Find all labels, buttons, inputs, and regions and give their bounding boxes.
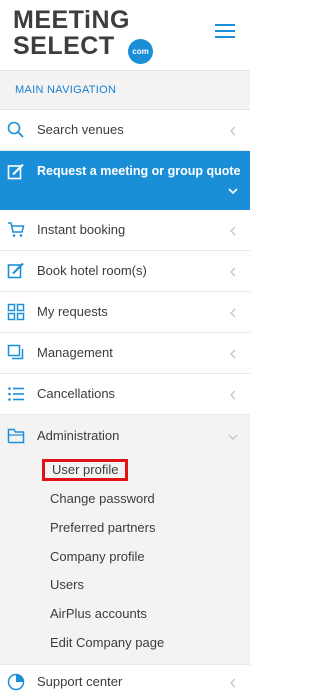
submenu-item-preferred-partners[interactable]: Preferred partners xyxy=(50,520,156,535)
logo-com-badge: com xyxy=(128,39,153,64)
submenu-item-user-profile[interactable]: User profile xyxy=(42,459,129,481)
edit-icon xyxy=(7,163,25,181)
meetingselect-logo[interactable]: MEETiNG SELECT com xyxy=(13,6,173,64)
nav-item-book-hotel-rooms[interactable]: Book hotel room(s) xyxy=(0,251,250,292)
chevron-down-icon xyxy=(228,186,238,196)
chevron-left-icon xyxy=(228,126,238,136)
nav-item-label: Administration xyxy=(37,428,120,443)
section-label-main-navigation: MAIN NAVIGATION xyxy=(0,70,250,110)
nav-item-label: Book hotel room(s) xyxy=(37,263,147,278)
chevron-left-icon xyxy=(228,678,238,688)
chevron-left-icon xyxy=(228,308,238,318)
nav-item-search-venues[interactable]: Search venues xyxy=(0,110,250,151)
copy-icon xyxy=(7,344,25,362)
edit-icon xyxy=(7,262,25,280)
chevron-left-icon xyxy=(228,390,238,400)
chevron-down-icon xyxy=(228,432,238,442)
nav-item-label: Management xyxy=(37,345,113,360)
list-icon xyxy=(7,385,25,403)
lifebuoy-icon xyxy=(7,673,25,691)
grid-icon xyxy=(7,303,25,321)
logo-line-2: SELECT xyxy=(13,32,115,60)
nav-item-label: Search venues xyxy=(37,122,124,137)
nav-item-my-requests[interactable]: My requests xyxy=(0,292,250,333)
nav-item-label: My requests xyxy=(37,304,108,319)
chevron-left-icon xyxy=(228,226,238,236)
hamburger-menu-icon[interactable] xyxy=(215,24,235,40)
search-icon xyxy=(7,121,25,139)
nav-item-management[interactable]: Management xyxy=(0,333,250,374)
administration-submenu: User profile Change password Preferred p… xyxy=(0,457,250,664)
sidebar: MEETiNG SELECT com MAIN NAVIGATION Searc… xyxy=(0,0,250,699)
folder-icon xyxy=(7,427,25,445)
header: MEETiNG SELECT com xyxy=(0,0,250,70)
nav-item-label: Request a meeting or group quote xyxy=(37,164,241,178)
nav-item-support-center[interactable]: Support center xyxy=(0,664,250,699)
submenu-item-edit-company-page[interactable]: Edit Company page xyxy=(50,635,164,650)
chevron-left-icon xyxy=(228,267,238,277)
nav-item-label: Cancellations xyxy=(37,386,116,401)
nav-item-label: Instant booking xyxy=(37,222,126,237)
nav-item-cancellations[interactable]: Cancellations xyxy=(0,374,250,415)
submenu-item-company-profile[interactable]: Company profile xyxy=(50,549,145,564)
submenu-item-airplus-accounts[interactable]: AirPlus accounts xyxy=(50,606,147,621)
submenu-item-users[interactable]: Users xyxy=(50,577,84,592)
nav-item-label: Support center xyxy=(37,674,123,689)
cart-icon xyxy=(7,221,25,239)
chevron-left-icon xyxy=(228,349,238,359)
submenu-item-change-password[interactable]: Change password xyxy=(50,491,155,506)
nav-item-instant-booking[interactable]: Instant booking xyxy=(0,210,250,251)
nav-item-administration[interactable]: Administration xyxy=(0,415,250,457)
logo-line-1: MEETiNG xyxy=(13,6,130,34)
nav-item-request-meeting[interactable]: Request a meeting or group quote xyxy=(0,151,250,210)
